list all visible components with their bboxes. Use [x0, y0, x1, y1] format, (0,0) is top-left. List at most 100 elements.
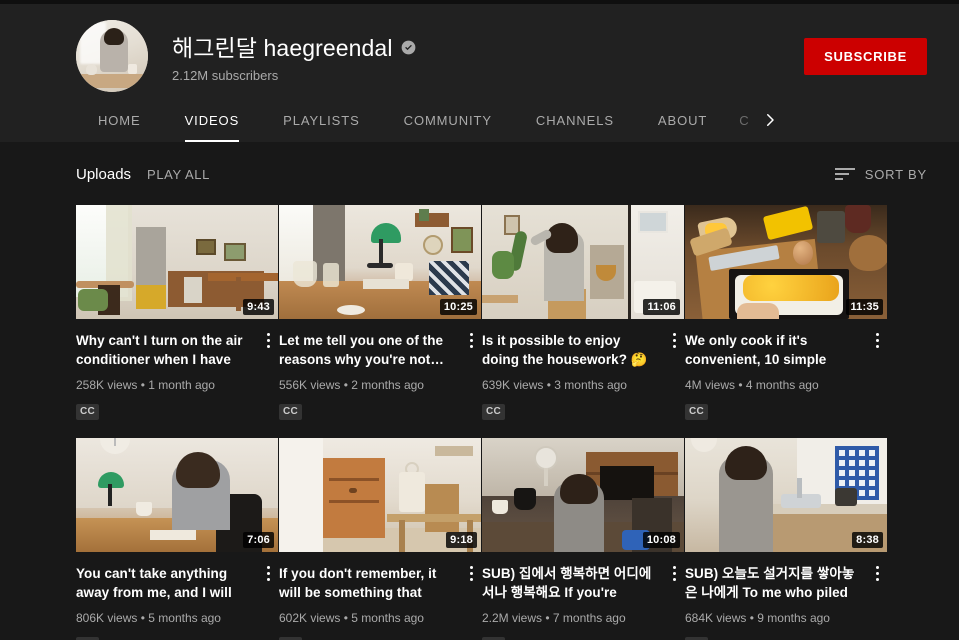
- video-views: 4M views: [685, 378, 736, 392]
- video-metadata: 556K views • 2 months ago: [279, 378, 457, 393]
- tab-community[interactable]: COMMUNITY: [382, 98, 514, 142]
- video-card[interactable]: 10:25 Let me tell you one of the reasons…: [279, 205, 481, 420]
- video-title[interactable]: If you don't remember, it will be someth…: [279, 564, 457, 602]
- kebab-menu-icon[interactable]: [258, 562, 278, 584]
- video-views: 684K views: [685, 611, 747, 625]
- sort-by-label: SORT BY: [864, 166, 927, 182]
- meta-separator: •: [738, 378, 743, 392]
- video-thumbnail[interactable]: 9:18: [279, 438, 481, 552]
- video-age: 5 months ago: [351, 611, 424, 625]
- video-metadata: 602K views • 5 months ago: [279, 611, 457, 626]
- cc-badge: CC: [76, 404, 100, 420]
- uploads-bar: Uploads PLAY ALL SORT BY: [0, 150, 959, 198]
- video-age: 3 months ago: [554, 378, 627, 392]
- video-card-body: You can't take anything away from me, an…: [76, 552, 278, 640]
- video-card[interactable]: 7:06 You can't take anything away from m…: [76, 438, 278, 640]
- kebab-menu-icon[interactable]: [461, 329, 481, 351]
- kebab-menu-icon[interactable]: [461, 562, 481, 584]
- video-thumbnail[interactable]: 11:06: [482, 205, 684, 319]
- video-title[interactable]: Is it possible to enjoy doing the housew…: [482, 331, 660, 369]
- video-duration: 9:43: [243, 298, 274, 315]
- video-duration: 7:06: [243, 531, 274, 548]
- video-metadata: 258K views • 1 month ago: [76, 378, 254, 393]
- meta-separator: •: [343, 378, 348, 392]
- video-card-body: We only cook if it's convenient, 10 simp…: [685, 319, 887, 420]
- kebab-menu-icon[interactable]: [258, 329, 278, 351]
- video-thumbnail[interactable]: 10:25: [279, 205, 481, 319]
- tab-channels[interactable]: CHANNELS: [514, 98, 636, 142]
- avatar-object-secondary: [128, 64, 137, 74]
- video-badges: CC: [76, 401, 254, 420]
- cc-badge: CC: [279, 404, 303, 420]
- video-title[interactable]: SUB) 오늘도 설거지를 쌓아놓은 나에게 To me who piled u…: [685, 564, 863, 602]
- video-views: 806K views: [76, 611, 138, 625]
- meta-separator: •: [749, 611, 754, 625]
- video-card-body: SUB) 집에서 행복하면 어디에서나 행복해요 If you're happy…: [482, 552, 684, 640]
- video-card[interactable]: 11:06 Is it possible to enjoy doing the …: [482, 205, 684, 420]
- tab-about[interactable]: ABOUT: [636, 98, 729, 142]
- verified-check-icon: [401, 40, 415, 55]
- kebab-menu-icon[interactable]: [867, 562, 887, 584]
- kebab-menu-icon[interactable]: [664, 562, 684, 584]
- sort-by-button[interactable]: SORT BY: [834, 166, 927, 182]
- kebab-menu-icon[interactable]: [867, 329, 887, 351]
- video-card-body: If you don't remember, it will be someth…: [279, 552, 481, 640]
- channel-header-inner: 해그린달 haegreendal 2.12M subscribers SUBSC…: [0, 4, 959, 100]
- video-duration: 10:08: [642, 531, 680, 548]
- video-grid: 9:43 Why can't I turn on the air conditi…: [76, 205, 888, 640]
- video-metadata: 684K views • 9 months ago: [685, 611, 863, 626]
- video-card-body: Let me tell you one of the reasons why y…: [279, 319, 481, 420]
- video-thumbnail[interactable]: 11:35: [685, 205, 887, 319]
- video-duration: 11:35: [846, 298, 883, 315]
- video-age: 4 months ago: [745, 378, 819, 392]
- video-views: 258K views: [76, 378, 138, 392]
- kebab-menu-icon[interactable]: [664, 329, 684, 351]
- video-age: 1 month ago: [148, 378, 215, 392]
- channel-title-row: 해그린달 haegreendal: [172, 29, 804, 63]
- tab-overflow-clipped[interactable]: C: [739, 98, 753, 142]
- video-metadata: 4M views • 4 months ago: [685, 378, 863, 393]
- meta-separator: •: [545, 611, 550, 625]
- video-badges: CC: [685, 401, 863, 420]
- video-views: 556K views: [279, 378, 341, 392]
- video-thumbnail[interactable]: 8:38: [685, 438, 887, 552]
- video-badges: CC: [76, 634, 254, 640]
- youtube-channel-page: 해그린달 haegreendal 2.12M subscribers SUBSC…: [0, 0, 959, 640]
- channel-info: 해그린달 haegreendal 2.12M subscribers: [172, 29, 804, 83]
- video-card[interactable]: 8:38 SUB) 오늘도 설거지를 쌓아놓은 나에게 To me who pi…: [685, 438, 887, 640]
- video-metadata: 806K views • 5 months ago: [76, 611, 254, 626]
- video-title[interactable]: You can't take anything away from me, an…: [76, 564, 254, 602]
- video-card[interactable]: 10:08 SUB) 집에서 행복하면 어디에서나 행복해요 If you're…: [482, 438, 684, 640]
- cc-badge: CC: [685, 404, 709, 420]
- section-title: Uploads: [76, 165, 132, 183]
- tab-videos[interactable]: VIDEOS: [163, 98, 262, 142]
- video-card-body: Why can't I turn on the air conditioner …: [76, 319, 278, 420]
- video-thumbnail[interactable]: 10:08: [482, 438, 684, 552]
- video-age: 7 months ago: [552, 611, 626, 625]
- avatar-table: [76, 74, 148, 88]
- video-thumbnail[interactable]: 7:06: [76, 438, 278, 552]
- video-metadata: 639K views • 3 months ago: [482, 378, 660, 393]
- video-card[interactable]: 11:35 We only cook if it's convenient, 1…: [685, 205, 887, 420]
- avatar[interactable]: [76, 20, 148, 92]
- video-title[interactable]: Let me tell you one of the reasons why y…: [279, 331, 457, 369]
- video-title[interactable]: Why can't I turn on the air conditioner …: [76, 331, 254, 369]
- chevron-right-icon[interactable]: [753, 98, 787, 142]
- video-duration: 11:06: [643, 298, 680, 315]
- tab-playlists[interactable]: PLAYLISTS: [261, 98, 382, 142]
- video-card-body: SUB) 오늘도 설거지를 쌓아놓은 나에게 To me who piled u…: [685, 552, 887, 640]
- avatar-object: [86, 64, 97, 75]
- video-duration: 10:25: [439, 298, 477, 315]
- meta-separator: •: [140, 378, 145, 392]
- video-title[interactable]: SUB) 집에서 행복하면 어디에서나 행복해요 If you're happy…: [482, 564, 660, 602]
- play-all-button[interactable]: PLAY ALL: [147, 167, 210, 182]
- video-card[interactable]: 9:43 Why can't I turn on the air conditi…: [76, 205, 278, 420]
- tab-home[interactable]: HOME: [76, 98, 163, 142]
- subscribe-button[interactable]: SUBSCRIBE: [804, 37, 927, 75]
- video-thumbnail[interactable]: 9:43: [76, 205, 278, 319]
- video-badges: CC: [279, 401, 457, 420]
- video-views: 602K views: [279, 611, 341, 625]
- meta-separator: •: [343, 611, 348, 625]
- video-card[interactable]: 9:18 If you don't remember, it will be s…: [279, 438, 481, 640]
- video-title[interactable]: We only cook if it's convenient, 10 simp…: [685, 331, 863, 369]
